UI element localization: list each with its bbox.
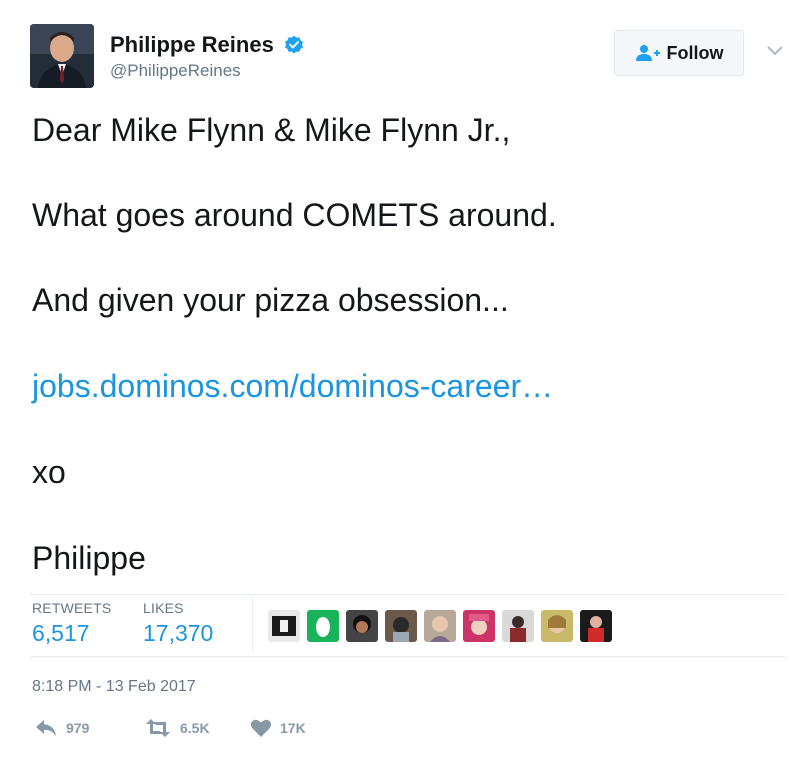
likes-label: LIKES	[143, 600, 184, 616]
tweet-text-line: And given your pizza obsession...	[32, 282, 509, 318]
retweet-button[interactable]: 6.5K	[144, 718, 210, 738]
divider	[30, 656, 785, 657]
chevron-down-icon[interactable]	[766, 44, 784, 56]
liker-avatars	[268, 610, 619, 642]
verified-badge-icon	[284, 35, 304, 55]
tweet-text-line: Dear Mike Flynn & Mike Flynn Jr.,	[32, 112, 511, 148]
liker-avatar[interactable]	[385, 610, 417, 642]
heart-icon	[250, 718, 272, 738]
liker-avatar[interactable]	[424, 610, 456, 642]
liker-avatar[interactable]	[541, 610, 573, 642]
reply-count: 979	[66, 720, 90, 736]
tweet-signature: Philippe	[32, 540, 146, 576]
retweets-value: 6,517	[32, 620, 90, 646]
tweet-card: Philippe Reines @PhilippeReines Follow D…	[0, 0, 800, 772]
reply-button[interactable]: 979	[34, 718, 89, 738]
tweet-link[interactable]: jobs.dominos.com/dominos-career…	[32, 366, 553, 406]
retweets-stat[interactable]: RETWEETS 6,517	[32, 600, 111, 648]
divider	[252, 596, 253, 652]
like-count: 17K	[280, 720, 306, 736]
retweet-icon	[144, 718, 172, 738]
likes-value: 17,370	[143, 620, 214, 646]
follow-button[interactable]: Follow	[614, 30, 744, 76]
reply-icon	[34, 718, 58, 738]
tweet-text-line: What goes around COMETS around.	[32, 197, 557, 233]
author-avatar[interactable]	[30, 24, 94, 88]
retweets-label: RETWEETS	[32, 600, 112, 616]
likes-stat[interactable]: LIKES 17,370	[143, 600, 213, 648]
liker-avatar[interactable]	[268, 610, 300, 642]
author-display-name[interactable]: Philippe Reines	[110, 32, 274, 58]
tweet-timestamp[interactable]: 8:18 PM - 13 Feb 2017	[32, 678, 196, 696]
liker-avatar[interactable]	[502, 610, 534, 642]
tweet-text-line: xo	[32, 454, 66, 490]
follow-person-plus-icon	[635, 44, 661, 62]
liker-avatar[interactable]	[580, 610, 612, 642]
liker-avatar[interactable]	[463, 610, 495, 642]
author-handle[interactable]: @PhilippeReines	[110, 61, 304, 81]
divider	[30, 594, 785, 595]
like-button[interactable]: 17K	[250, 718, 306, 738]
retweet-count: 6.5K	[180, 720, 210, 736]
liker-avatar[interactable]	[346, 610, 378, 642]
liker-avatar[interactable]	[307, 610, 339, 642]
follow-button-label: Follow	[666, 42, 724, 63]
